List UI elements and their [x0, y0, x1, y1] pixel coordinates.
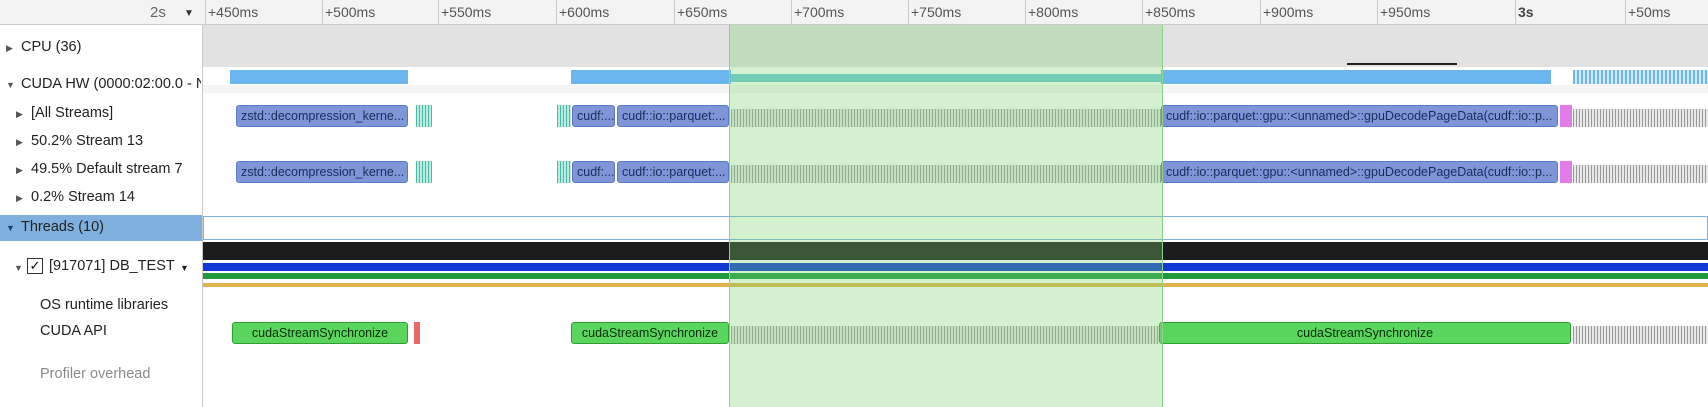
kernel-block[interactable]: cudf:... [572, 161, 615, 183]
row-label-threads: Threads (10) [21, 219, 105, 235]
kernel-block[interactable]: zstd::decompression_kerne... [236, 161, 408, 183]
collapse-arrow-icon[interactable]: ▼ [6, 80, 15, 90]
row-label-default-stream[interactable]: 49.5% Default stream 7 [31, 161, 183, 177]
row-label-stream-14[interactable]: 0.2% Stream 14 [31, 189, 135, 205]
ruler-tick: +900ms [1259, 0, 1314, 24]
row-label-profiler-overhead[interactable]: Profiler overhead [40, 366, 150, 382]
row-label-all-streams[interactable]: [All Streams] [31, 105, 113, 121]
ruler-tick: 3s [1515, 0, 1534, 24]
ruler-tick: +750ms [907, 0, 962, 24]
thread-menu-dropdown-icon[interactable]: ▼ [180, 263, 189, 273]
api-call-block[interactable]: cudaStreamSynchronize [1159, 322, 1571, 344]
kernel-block[interactable]: cudf::io::parquet::gpu::<unnamed>::gpuDe… [1161, 105, 1558, 127]
ruler-tick: +650ms [673, 0, 728, 24]
row-label-cpu[interactable]: CPU (36) [21, 39, 81, 55]
cuda-hw-activity [1161, 70, 1551, 84]
kernel-activity [1573, 165, 1708, 183]
collapse-arrow-icon[interactable]: ▼ [6, 223, 15, 233]
zoom-dropdown-icon[interactable]: ▼ [184, 8, 194, 19]
kernel-block[interactable]: zstd::decompression_kerne... [236, 105, 408, 127]
threads-header[interactable]: ▼ Threads (10) [0, 215, 202, 241]
row-labels-panel: ▶ CPU (36) ▼ CUDA HW (0000:02:00.0 - N ▶… [0, 25, 203, 407]
ruler-tick: +950ms [1376, 0, 1431, 24]
expand-arrow-icon[interactable]: ▶ [16, 109, 23, 120]
expand-arrow-icon[interactable]: ▶ [16, 193, 23, 204]
ruler-tick: +50ms [1624, 0, 1671, 24]
ruler-tick: +450ms [204, 0, 259, 24]
api-call-block[interactable]: cudaStreamSynchronize [571, 322, 729, 344]
kernel-activity [557, 105, 571, 127]
ruler-tick: +850ms [1141, 0, 1196, 24]
expand-arrow-icon[interactable]: ▶ [6, 43, 13, 54]
cpu-activity-mark [1347, 63, 1457, 65]
timeline-area[interactable]: zstd::decompression_kerne... cudf:... cu… [203, 25, 1708, 407]
timeline-ruler[interactable]: 2s ▼ +450ms +500ms +550ms +600ms +650ms … [0, 0, 1708, 25]
expand-arrow-icon[interactable]: ▶ [16, 165, 23, 176]
api-call-activity [414, 322, 420, 344]
thread-checkbox[interactable]: ✓ [27, 258, 43, 274]
kernel-activity [1573, 109, 1708, 127]
row-label-os-runtime[interactable]: OS runtime libraries [40, 297, 168, 313]
kernel-block[interactable]: cudf::io::parquet:... [617, 161, 729, 183]
kernel-block[interactable]: cudf::io::parquet:... [617, 105, 729, 127]
api-call-block[interactable]: cudaStreamSynchronize [232, 322, 408, 344]
ruler-tick: +550ms [437, 0, 492, 24]
cuda-hw-activity [571, 70, 731, 84]
cuda-hw-activity [230, 70, 408, 84]
time-selection-range[interactable] [729, 25, 1163, 407]
kernel-activity [1560, 161, 1572, 183]
api-call-activity [1573, 326, 1708, 344]
ruler-tick: +700ms [790, 0, 845, 24]
kernel-activity [416, 105, 432, 127]
row-label-stream-13[interactable]: 50.2% Stream 13 [31, 133, 143, 149]
ruler-tick: +600ms [555, 0, 610, 24]
collapse-arrow-icon[interactable]: ▼ [14, 263, 23, 273]
row-label-thread[interactable]: [917071] DB_TEST [49, 258, 175, 274]
ruler-tick: +500ms [321, 0, 376, 24]
kernel-activity [416, 161, 432, 183]
kernel-activity [1560, 105, 1572, 127]
kernel-block[interactable]: cudf:... [572, 105, 615, 127]
zoom-level[interactable]: 2s [150, 4, 166, 21]
ruler-tick: +800ms [1024, 0, 1079, 24]
cuda-hw-activity [409, 85, 427, 93]
expand-arrow-icon[interactable]: ▶ [16, 137, 23, 148]
row-label-cuda-hw[interactable]: CUDA HW (0000:02:00.0 - N [21, 76, 201, 92]
row-label-cuda-api[interactable]: CUDA API [40, 323, 107, 339]
kernel-activity [557, 161, 571, 183]
cuda-hw-activity [1573, 70, 1708, 84]
kernel-block[interactable]: cudf::io::parquet::gpu::<unnamed>::gpuDe… [1161, 161, 1558, 183]
